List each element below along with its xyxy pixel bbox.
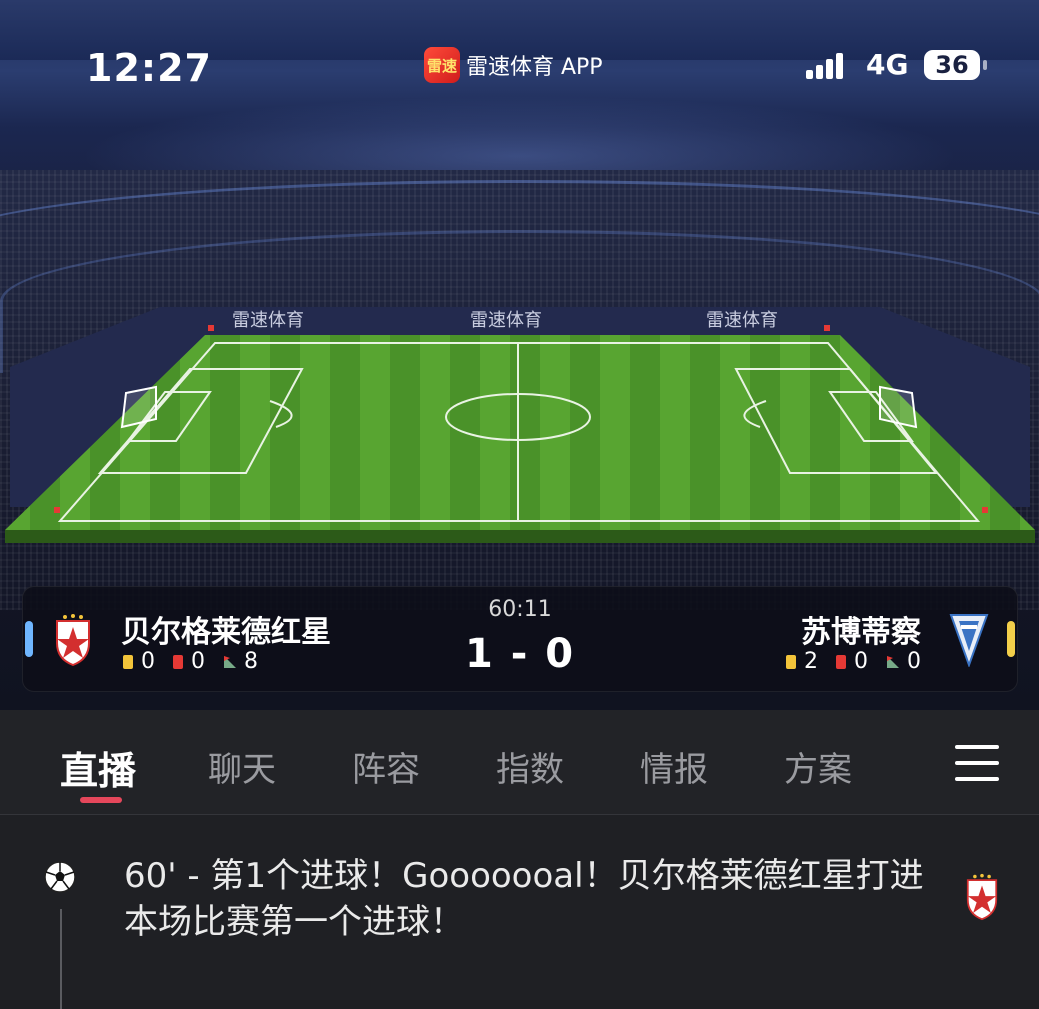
football-icon [44, 861, 76, 893]
red-card-icon [836, 654, 846, 669]
away-corner-count: 0 [907, 649, 921, 674]
yellow-card-icon [786, 654, 796, 669]
tab-lineup[interactable]: 阵容 [352, 742, 420, 791]
menu-icon[interactable] [955, 745, 999, 781]
red-star-crest-icon [966, 873, 998, 921]
active-tab-indicator [80, 797, 122, 803]
tab-intel[interactable]: 情报 [640, 742, 708, 791]
scoreboard: 贝尔格莱德红星 0 0 8 60:11 1 - 0 苏博蒂察 2 0 0 [22, 586, 1018, 692]
tab-odds[interactable]: 指数 [496, 742, 564, 791]
away-team-name[interactable]: 苏博蒂察 [801, 607, 921, 651]
feed-event-text: 60' - 第1个进球！Gooooooal！贝尔格莱德红星打进本场比赛第一个进球… [124, 856, 924, 942]
goal-left [120, 385, 157, 429]
app-name: 雷速体育 APP [466, 55, 603, 80]
battery-icon: 36 [924, 50, 987, 80]
network-type: 4G [866, 48, 909, 81]
app-logo-icon: 雷速 [424, 47, 460, 83]
tab-chat[interactable]: 聊天 [208, 742, 276, 791]
signal-icon [806, 51, 843, 79]
svg-text:雷速体育: 雷速体育 [232, 310, 304, 331]
tab-plans[interactable]: 方案 [784, 742, 852, 791]
svg-text:雷速体育: 雷速体育 [470, 310, 542, 331]
match-tabs: 直播 聊天 阵容 指数 情报 方案 [0, 710, 1039, 815]
status-time: 12:27 [86, 46, 212, 90]
live-feed: 60' - 第1个进球！Gooooooal！贝尔格莱德红星打进本场比赛第一个进球… [0, 815, 1039, 1009]
pitch-graphic: 雷速体育 雷速体育 雷速体育 [5, 307, 1035, 543]
stadium-view: 12:27 雷速 雷速体育 APP 4G 36 雷速体育 雷速体育 雷速体育 贝… [0, 0, 1039, 710]
corner-kick-icon [887, 655, 899, 668]
away-accent-bar [1007, 621, 1015, 657]
status-bar: 12:27 雷速 雷速体育 APP 4G 36 [0, 38, 1039, 98]
away-yellow-count: 2 [804, 649, 818, 674]
app-badge[interactable]: 雷速 雷速体育 APP [424, 47, 603, 83]
timeline-line [60, 909, 62, 1009]
spartak-crest-icon [949, 614, 989, 667]
pitch-edge [5, 530, 1035, 543]
away-stats: 2 0 0 [786, 649, 921, 674]
away-red-count: 0 [854, 649, 868, 674]
tab-live[interactable]: 直播 [60, 740, 136, 795]
goal-right [879, 385, 918, 429]
svg-text:雷速体育: 雷速体育 [706, 310, 778, 331]
